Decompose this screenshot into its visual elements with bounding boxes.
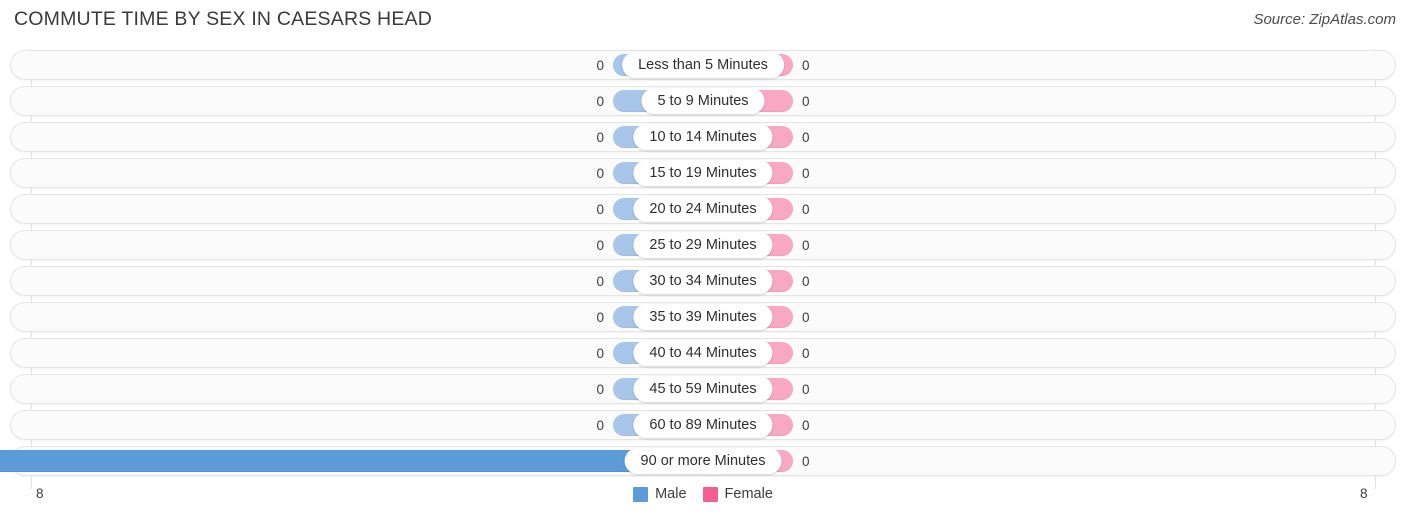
- table-row[interactable]: 0 0 15 to 19 Minutes: [10, 158, 1396, 188]
- female-value-label: 0: [802, 345, 810, 361]
- category-label: 15 to 19 Minutes: [633, 160, 773, 186]
- page-title: COMMUTE TIME BY SEX IN CAESARS HEAD: [14, 8, 433, 30]
- female-value-label: 0: [802, 417, 810, 433]
- bar-row-list: 0 0 Less than 5 Minutes 0 0 5 to 9 Minutes 0 0 1…: [0, 50, 1396, 482]
- female-value-label: 0: [802, 57, 810, 73]
- female-value-label: 0: [802, 453, 810, 469]
- male-value-label: 0: [596, 93, 604, 109]
- male-value-label: 0: [596, 273, 604, 289]
- category-label: 35 to 39 Minutes: [633, 304, 773, 330]
- female-value-label: 0: [802, 93, 810, 109]
- chart-plot-area: 0 0 Less than 5 Minutes 0 0 5 to 9 Minutes 0 0 1…: [0, 44, 1406, 489]
- female-value-label: 0: [802, 237, 810, 253]
- male-value-label: 0: [596, 57, 604, 73]
- table-row[interactable]: 0 0 45 to 59 Minutes: [10, 374, 1396, 404]
- legend-item-female[interactable]: Female: [702, 486, 773, 502]
- chart-legend: Male Female: [0, 486, 1406, 502]
- female-value-label: 0: [802, 129, 810, 145]
- male-value-label: 0: [596, 129, 604, 145]
- male-value-label: 0: [596, 417, 604, 433]
- female-value-label: 0: [802, 381, 810, 397]
- source-attribution: Source: ZipAtlas.com: [1253, 11, 1396, 28]
- legend-label-male: Male: [655, 486, 687, 502]
- chart-footer: 8 8 Male Female: [0, 482, 1406, 522]
- table-row[interactable]: 0 0 60 to 89 Minutes: [10, 410, 1396, 440]
- male-value-label: 0: [596, 381, 604, 397]
- category-label: Less than 5 Minutes: [622, 52, 784, 78]
- table-row[interactable]: 0 0 35 to 39 Minutes: [10, 302, 1396, 332]
- table-row[interactable]: 0 0 20 to 24 Minutes: [10, 194, 1396, 224]
- male-value-label: 0: [596, 237, 604, 253]
- table-row[interactable]: 7 0 90 or more Minutes: [0, 446, 1396, 476]
- category-label: 40 to 44 Minutes: [633, 340, 773, 366]
- male-value-label: 0: [596, 201, 604, 217]
- category-label: 10 to 14 Minutes: [633, 124, 773, 150]
- category-label: 45 to 59 Minutes: [633, 376, 773, 402]
- male-value-label: 0: [596, 345, 604, 361]
- table-row[interactable]: 0 0 10 to 14 Minutes: [10, 122, 1396, 152]
- category-label: 90 or more Minutes: [624, 448, 782, 474]
- category-label: 25 to 29 Minutes: [633, 232, 773, 258]
- category-label: 30 to 34 Minutes: [633, 268, 773, 294]
- female-value-label: 0: [802, 273, 810, 289]
- category-label: 20 to 24 Minutes: [633, 196, 773, 222]
- category-label: 5 to 9 Minutes: [641, 88, 765, 114]
- legend-label-female: Female: [724, 486, 773, 502]
- table-row[interactable]: 0 0 25 to 29 Minutes: [10, 230, 1396, 260]
- chart-header: COMMUTE TIME BY SEX IN CAESARS HEAD Sour…: [0, 0, 1406, 44]
- female-value-label: 0: [802, 201, 810, 217]
- category-label: 60 to 89 Minutes: [633, 412, 773, 438]
- male-bar[interactable]: 7: [0, 450, 703, 472]
- male-bar-group: 7: [0, 450, 703, 472]
- legend-swatch-male-icon: [633, 486, 649, 502]
- table-row[interactable]: 0 0 Less than 5 Minutes: [10, 50, 1396, 80]
- legend-swatch-female-icon: [702, 486, 718, 502]
- female-value-label: 0: [802, 309, 810, 325]
- male-value-label: 0: [596, 165, 604, 181]
- table-row[interactable]: 0 0 40 to 44 Minutes: [10, 338, 1396, 368]
- female-value-label: 0: [802, 165, 810, 181]
- legend-item-male[interactable]: Male: [633, 486, 687, 502]
- table-row[interactable]: 0 0 5 to 9 Minutes: [10, 86, 1396, 116]
- table-row[interactable]: 0 0 30 to 34 Minutes: [10, 266, 1396, 296]
- male-value-label: 0: [596, 309, 604, 325]
